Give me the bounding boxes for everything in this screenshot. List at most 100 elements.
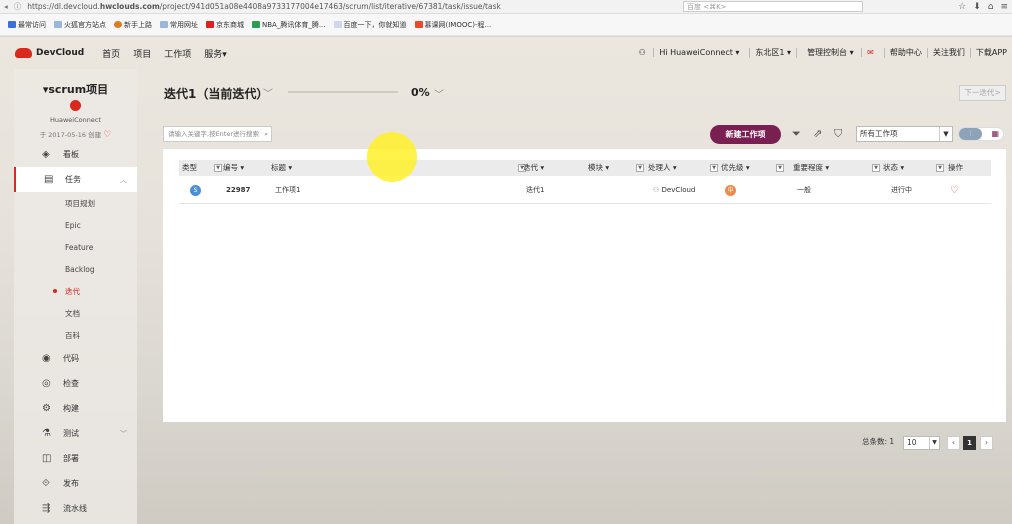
row-status[interactable]: 进行中: [891, 177, 912, 204]
col-status[interactable]: 状态 ▾ ▼: [883, 160, 944, 176]
chevron-down-icon[interactable]: ﹀: [263, 85, 273, 100]
info-icon[interactable]: ⓘ: [14, 1, 22, 12]
user-menu[interactable]: ⚇ Hi HuaweiConnect ▾: [629, 48, 750, 58]
iteration-progress-bar: [288, 91, 398, 93]
jd-icon: [206, 21, 214, 28]
prev-page-button[interactable]: ‹: [947, 436, 960, 450]
favorite-heart-icon[interactable]: ♡: [950, 177, 959, 204]
bookmark-item[interactable]: NBA_腾讯体育_腾...: [252, 20, 326, 30]
col-iteration[interactable]: 迭代 ▾: [523, 160, 544, 176]
tag-icon[interactable]: ⏷: [792, 127, 801, 141]
mail-icon[interactable]: ✉: [861, 48, 879, 57]
star-icon[interactable]: ☆: [958, 0, 966, 14]
subitem-feature[interactable]: Feature: [14, 236, 137, 258]
download-icon[interactable]: ⬇: [973, 0, 981, 14]
cloud-logo-icon: [15, 48, 32, 58]
page-number-button[interactable]: 1: [963, 436, 976, 450]
priority-medium-icon: 中: [725, 185, 736, 196]
bookmark-item[interactable]: 新手上路: [114, 20, 152, 30]
nav-projects[interactable]: 项目: [133, 47, 151, 60]
view-toggle[interactable]: ⫶ ▦: [958, 127, 1004, 141]
row-id[interactable]: 22987: [226, 177, 250, 204]
col-assignee[interactable]: 处理人 ▾ ▼: [648, 160, 718, 176]
bookmark-item[interactable]: 百度一下，你就知道: [333, 20, 407, 30]
col-module[interactable]: 模块 ▾ ▼: [588, 160, 644, 176]
col-title[interactable]: 标题 ▾ ▼: [271, 160, 526, 176]
workitem-filter-select[interactable]: 所有工作项 ▼: [856, 126, 953, 142]
table-row[interactable]: S 22987 工作项1 迭代1 ⚇ DevCloud 中 一般 进行中 ♡: [179, 177, 991, 204]
row-assignee[interactable]: ⚇ DevCloud: [653, 177, 695, 204]
chevron-down-icon[interactable]: ﹀: [434, 86, 444, 101]
browser-search-input[interactable]: 百度 <⌘K>: [683, 1, 863, 12]
back-icon[interactable]: ◂: [4, 2, 8, 11]
col-type[interactable]: 类型 ▼: [182, 160, 222, 176]
sidebar-item-release[interactable]: ⟐ 发布: [14, 471, 137, 496]
list-view-icon[interactable]: ⫶: [959, 128, 982, 140]
subitem-backlog[interactable]: Backlog: [14, 258, 137, 280]
story-type-icon: S: [190, 185, 201, 196]
search-input[interactable]: 请输入关键字,按Enter进行搜索 ⌕: [163, 126, 272, 142]
bookmark-item[interactable]: 最常访问: [8, 20, 46, 30]
filter-icon[interactable]: ⛉: [834, 127, 842, 141]
sidebar-item-kanban[interactable]: ◈ 看板: [14, 142, 137, 167]
new-workitem-button[interactable]: 新建工作项: [710, 125, 781, 144]
sidebar-item-code[interactable]: ◉ 代码: [14, 346, 137, 371]
sidebar-item-deploy[interactable]: ◫ 部署: [14, 446, 137, 471]
subitem-project-planning[interactable]: 项目规划: [14, 192, 137, 214]
nav-services[interactable]: 服务▾: [204, 47, 227, 60]
filter-icon[interactable]: ▼: [872, 164, 880, 172]
nav-workitems[interactable]: 工作项: [164, 47, 191, 60]
menu-icon[interactable]: ≡: [1000, 0, 1008, 14]
browser-url-bar[interactable]: ◂ ⓘ https://dl.devcloud.hwclouds.com/pro…: [0, 0, 1012, 14]
col-priority[interactable]: 优先级 ▾ ▼: [721, 160, 784, 176]
export-icon[interactable]: ⇗: [813, 127, 822, 140]
caret-down-icon: ▼: [939, 127, 952, 141]
subitem-iteration[interactable]: 迭代: [14, 280, 137, 302]
help-center-link[interactable]: 帮助中心: [883, 48, 927, 58]
iteration-title[interactable]: 迭代1（当前迭代）: [164, 85, 268, 102]
follow-us-link[interactable]: 关注我们: [926, 48, 970, 58]
sidebar-item-tasks[interactable]: ▤ 任务 ︿: [14, 167, 137, 192]
region-selector[interactable]: 东北区1 ▾: [749, 48, 796, 58]
url-text[interactable]: https://dl.devcloud.hwclouds.com/project…: [27, 2, 501, 11]
grid-view-icon[interactable]: ▦: [991, 128, 999, 140]
project-name[interactable]: ▾scrum项目: [14, 81, 137, 97]
filter-icon[interactable]: ▼: [936, 164, 944, 172]
gear-icon: ⚙: [42, 403, 51, 414]
bookmark-item[interactable]: 慕课网(IMOOC)-程...: [414, 20, 491, 30]
sidebar-item-pipeline[interactable]: ⇶ 流水线: [14, 496, 137, 521]
devcloud-logo[interactable]: DevCloud: [15, 48, 84, 58]
project-created-date: 于 2017-05-16 创建 ♡: [39, 130, 112, 140]
search-icon[interactable]: ⌕: [264, 127, 268, 141]
subitem-wiki[interactable]: 百科: [14, 324, 137, 346]
next-iteration-button[interactable]: 下一迭代>: [959, 85, 1006, 101]
filter-icon[interactable]: ▼: [710, 164, 718, 172]
console-menu[interactable]: 管理控制台 ▾ ✉: [796, 48, 884, 58]
sidebar-item-check[interactable]: ◎ 检查: [14, 371, 137, 396]
bookmark-item[interactable]: 京东商城: [206, 20, 244, 30]
folder-icon: [8, 21, 16, 28]
nav-home[interactable]: 首页: [102, 47, 120, 60]
download-app-link[interactable]: 下载APP: [969, 48, 1012, 58]
page-size-select[interactable]: 10 ▼: [903, 436, 940, 450]
home-icon[interactable]: ⌂: [988, 0, 994, 14]
bookmark-item[interactable]: 火狐官方站点: [54, 20, 106, 30]
row-title[interactable]: 工作项1: [275, 177, 300, 204]
sidebar-item-test[interactable]: ⚗ 测试 ﹀: [14, 421, 137, 446]
bookmark-item[interactable]: 常用网址: [160, 20, 198, 30]
favorite-heart-icon[interactable]: ♡: [103, 130, 111, 140]
sidebar-item-build[interactable]: ⚙ 构建: [14, 396, 137, 421]
filter-icon[interactable]: ▼: [214, 164, 222, 172]
iteration-progress-percent: 0%: [411, 86, 430, 99]
filter-icon[interactable]: ▼: [776, 164, 784, 172]
col-id[interactable]: 编号 ▾: [223, 160, 244, 176]
project-owner: HuaweiConnect: [50, 116, 101, 124]
subitem-docs[interactable]: 文档: [14, 302, 137, 324]
nba-icon: [252, 21, 260, 28]
filter-icon[interactable]: ▼: [636, 164, 644, 172]
subitem-epic[interactable]: Epic: [14, 214, 137, 236]
main-content: 迭代1（当前迭代） ﹀ 0% ﹀ 下一迭代> 请输入关键字,按Enter进行搜索…: [146, 69, 1012, 524]
col-importance[interactable]: 重要程度 ▾ ▼: [793, 160, 880, 176]
next-page-button[interactable]: ›: [980, 436, 993, 450]
pipeline-icon: ⇶: [42, 503, 51, 514]
